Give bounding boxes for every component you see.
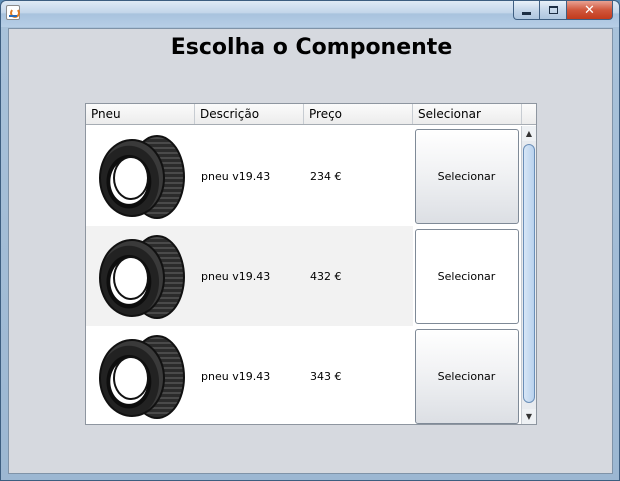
close-button[interactable]: ✕: [567, 1, 613, 20]
maximize-icon: [548, 6, 558, 14]
window-controls: ✕: [513, 1, 613, 20]
vertical-scrollbar[interactable]: ▲ ▼: [521, 126, 536, 424]
select-button[interactable]: Selecionar: [414, 228, 519, 324]
application-window: ✕ Escolha o Componente Pneu Descrição Pr…: [0, 0, 620, 481]
page-title: Escolha o Componente: [170, 35, 453, 60]
java-cup-icon[interactable]: [6, 5, 20, 20]
table-row[interactable]: pneu v19.43 234 € Selecionar: [86, 126, 520, 226]
price-cell: 432 €: [310, 269, 342, 283]
select-button[interactable]: Selecionar: [414, 128, 519, 224]
content-panel: Escolha o Componente Pneu Descrição Preç…: [8, 28, 613, 474]
tyre-image-cell: [86, 326, 195, 424]
scroll-up-arrow-icon[interactable]: ▲: [522, 126, 536, 141]
header-corner: [522, 104, 536, 124]
scroll-down-arrow-icon[interactable]: ▼: [522, 409, 536, 424]
select-cell: Selecionar: [413, 226, 520, 326]
price-cell: 343 €: [310, 369, 342, 383]
close-icon: ✕: [584, 2, 595, 18]
column-header-pneu[interactable]: Pneu: [86, 104, 195, 124]
tyre-image: [93, 231, 188, 321]
table-body: pneu v19.43 234 € Selecionar pneu v19.43…: [86, 126, 520, 424]
scrollbar-thumb[interactable]: [523, 144, 535, 403]
minimize-icon: [522, 11, 531, 15]
table-header: Pneu Descrição Preço Selecionar: [86, 104, 536, 125]
table-row[interactable]: pneu v19.43 343 € Selecionar: [86, 326, 520, 424]
tyre-image: [93, 131, 188, 221]
minimize-button[interactable]: [513, 1, 540, 20]
maximize-button[interactable]: [540, 1, 567, 20]
description-cell: pneu v19.43: [201, 269, 271, 283]
select-cell: Selecionar: [413, 126, 520, 226]
title-bar[interactable]: ✕: [1, 1, 619, 27]
table-row[interactable]: pneu v19.43 432 € Selecionar: [86, 226, 520, 326]
description-cell: pneu v19.43: [201, 169, 271, 183]
column-header-preco[interactable]: Preço: [304, 104, 413, 124]
description-cell: pneu v19.43: [201, 369, 271, 383]
components-table: Pneu Descrição Preço Selecionar pneu v19…: [85, 103, 537, 425]
select-cell: Selecionar: [413, 326, 520, 424]
select-button[interactable]: Selecionar: [414, 328, 519, 424]
tyre-image-cell: [86, 226, 195, 326]
tyre-image-cell: [86, 126, 195, 226]
column-header-selecionar[interactable]: Selecionar: [413, 104, 522, 124]
tyre-image: [93, 331, 188, 421]
column-header-descricao[interactable]: Descrição: [195, 104, 304, 124]
price-cell: 234 €: [310, 169, 342, 183]
